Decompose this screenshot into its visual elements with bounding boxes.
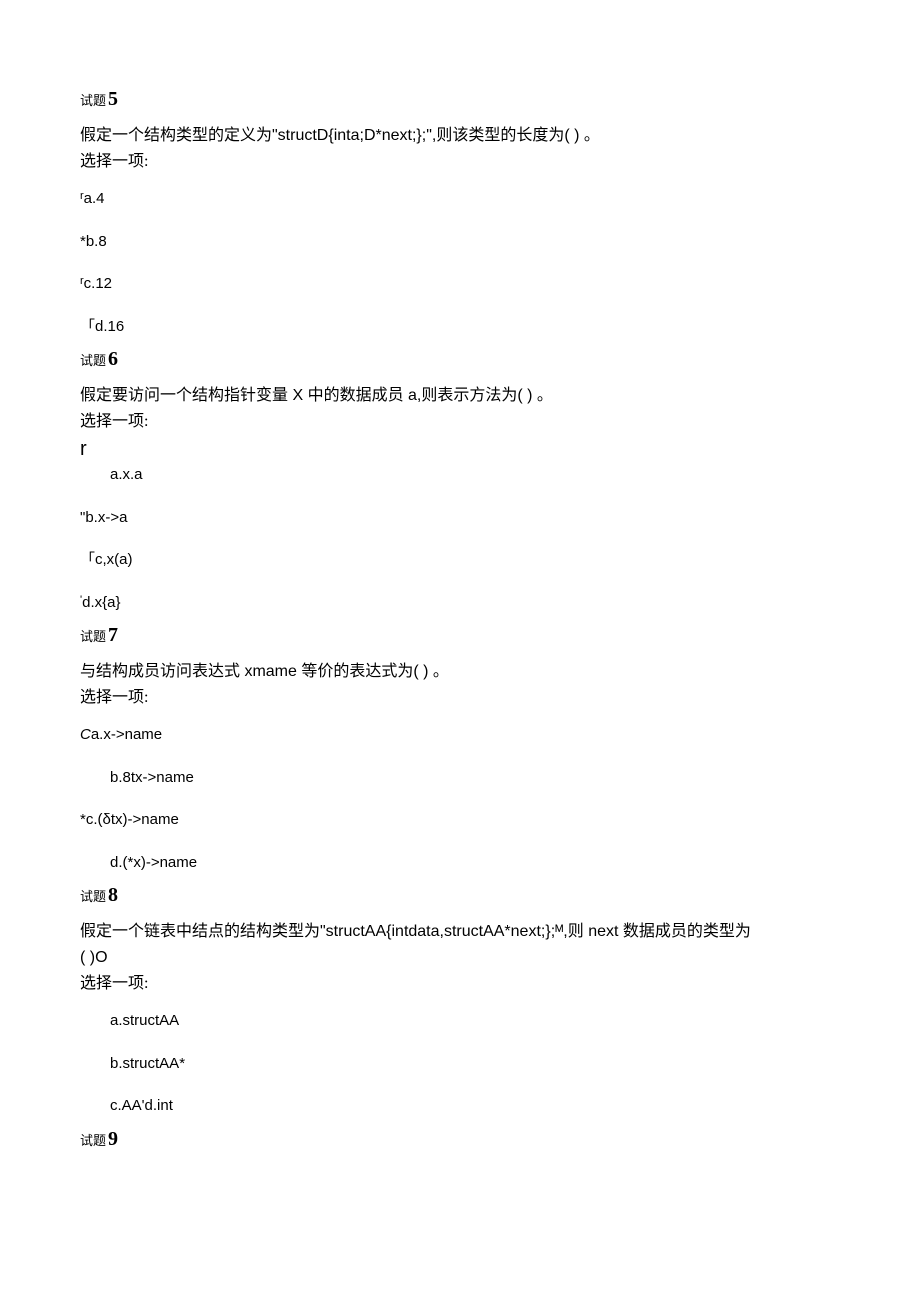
heading-number: 7 (108, 624, 118, 646)
question-block-5: 试题5 假定一个结构类型的定义为"structD{inta;D*next;};"… (80, 84, 840, 338)
question-block-9: 试题9 (80, 1124, 840, 1154)
option-a[interactable]: ra.4 (80, 188, 840, 211)
option-prefix: C (80, 726, 91, 743)
option-c[interactable]: rc.12 (80, 273, 840, 296)
option-label: b.structAA* (110, 1055, 185, 1072)
option-label: b.8tx->name (110, 769, 194, 786)
option-prefix: 「 (80, 551, 95, 568)
heading-number: 5 (108, 88, 118, 110)
option-label: a.structAA (110, 1012, 179, 1029)
question-text-line-1: 假定一个链表中结点的结构类型为"structAA{intdata,structA… (80, 920, 840, 944)
option-b[interactable]: b.structAA* (80, 1053, 840, 1076)
option-label: a.x->name (91, 726, 162, 743)
option-d[interactable]: d.(*x)->name (80, 852, 840, 875)
question-heading: 试题7 (80, 620, 840, 650)
option-d[interactable]: 'd.x{a} (80, 592, 840, 615)
question-block-6: 试题6 假定要访问一个结构指针变量 X 中的数据成员 a,则表示方法为( ) 。… (80, 344, 840, 614)
option-a[interactable]: a.structAA (80, 1010, 840, 1033)
option-c[interactable]: 「c,x(a) (80, 549, 840, 572)
option-d[interactable]: 「d.16 (80, 316, 840, 339)
option-a-marker: r (80, 434, 840, 464)
option-b[interactable]: "b.x->a (80, 507, 840, 530)
option-label: d.(*x)->name (110, 854, 197, 871)
option-label: c.(δtx)->name (86, 811, 179, 828)
option-label: c.12 (84, 275, 112, 292)
option-b[interactable]: b.8tx->name (80, 767, 840, 790)
heading-number: 6 (108, 348, 118, 370)
option-label: a.4 (84, 190, 105, 207)
heading-number: 8 (108, 884, 118, 906)
question-text: 假定要访问一个结构指针变量 X 中的数据成员 a,则表示方法为( ) 。 (80, 384, 840, 408)
question-text: 假定一个结构类型的定义为"structD{inta;D*next;};",则该类… (80, 124, 840, 148)
select-prompt: 选择一项: (80, 972, 840, 996)
option-label: c,x(a) (95, 551, 133, 568)
option-c[interactable]: *c.(δtx)->name (80, 809, 840, 832)
heading-prefix: 试题 (80, 629, 106, 644)
question-heading: 试题6 (80, 344, 840, 374)
option-b[interactable]: *b.8 (80, 231, 840, 254)
heading-prefix: 试题 (80, 889, 106, 904)
question-heading: 试题8 (80, 880, 840, 910)
question-block-8: 试题8 假定一个链表中结点的结构类型为"structAA{intdata,str… (80, 880, 840, 1118)
option-label: a.x.a (110, 466, 143, 483)
question-block-7: 试题7 与结构成员访问表达式 xmame 等价的表达式为( ) 。 选择一项: … (80, 620, 840, 874)
option-label: c.AA'd.int (110, 1097, 173, 1114)
option-prefix: 「 (80, 318, 95, 335)
question-heading: 试题9 (80, 1124, 840, 1154)
select-prompt: 选择一项: (80, 686, 840, 710)
heading-prefix: 试题 (80, 93, 106, 108)
heading-prefix: 试题 (80, 353, 106, 368)
question-text-line-2: ( )O (80, 946, 840, 970)
select-prompt: 选择一项: (80, 150, 840, 174)
heading-number: 9 (108, 1128, 118, 1150)
select-prompt: 选择一项: (80, 410, 840, 434)
question-heading: 试题5 (80, 84, 840, 114)
option-a[interactable]: Ca.x->name (80, 724, 840, 747)
option-label: b.x->a (85, 509, 127, 526)
heading-prefix: 试题 (80, 1133, 106, 1148)
option-label: d.x{a} (82, 594, 120, 611)
question-text: 与结构成员访问表达式 xmame 等价的表达式为( ) 。 (80, 660, 840, 684)
option-a[interactable]: a.x.a (80, 464, 840, 487)
option-c[interactable]: c.AA'd.int (80, 1095, 840, 1118)
option-label: d.16 (95, 318, 124, 335)
option-label: b.8 (86, 233, 107, 250)
